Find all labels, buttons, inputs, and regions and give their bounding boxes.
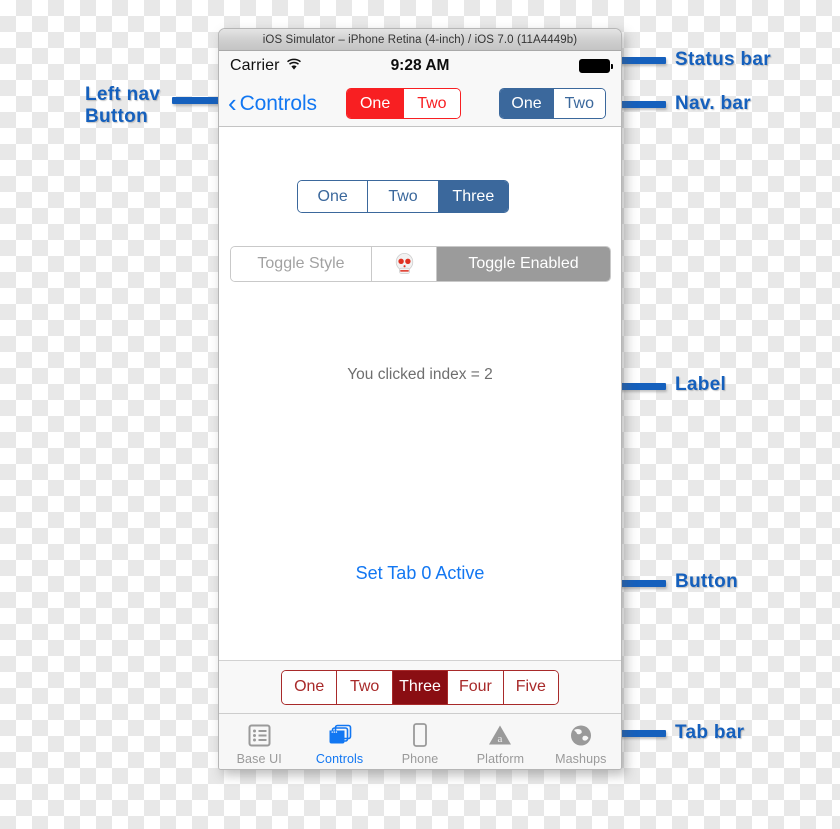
tab-label-controls: Controls [315, 752, 364, 766]
main-segment-one[interactable]: One [298, 181, 368, 212]
main-segmented-control[interactable]: One Two Three [297, 180, 509, 213]
phone-icon-svg [413, 723, 427, 747]
tab-mashups[interactable]: Mashups [541, 714, 621, 769]
nav-blue-segment-two[interactable]: Two [552, 89, 605, 118]
battery-full-icon [579, 59, 613, 73]
list-icon-svg [248, 724, 271, 746]
annotation-line-left-nav [172, 97, 220, 104]
bottom-segment-one[interactable]: One [282, 670, 337, 704]
triangle-a-icon-svg: a [489, 725, 512, 745]
toggle-style-segment[interactable]: Toggle Style [231, 247, 371, 281]
main-segment-three[interactable]: Three [437, 181, 508, 212]
tab-platform[interactable]: a Platform [460, 714, 540, 769]
tab-label-base-ui: Base UI [236, 752, 282, 766]
nav-red-segment-two[interactable]: Two [403, 89, 460, 118]
skull-icon [393, 252, 416, 276]
chevron-left-icon: ‹ [228, 88, 237, 119]
content-area: One Two Three Toggle Style Toggle Enable… [219, 127, 621, 660]
skull-icon-svg [395, 252, 413, 275]
windows-icon-svg [329, 724, 351, 743]
nav-red-segment-one[interactable]: One [346, 89, 404, 118]
windows-icon [327, 720, 353, 750]
clicked-index-label: You clicked index = 2 [347, 366, 493, 383]
carrier-label: Carrier [230, 57, 280, 74]
main-segment-two[interactable]: Two [367, 181, 438, 212]
wifi-icon [286, 58, 302, 74]
nav-bar: ‹ Controls One Two One Two [219, 81, 621, 127]
tab-phone[interactable]: Phone [380, 714, 460, 769]
tab-controls[interactable]: Controls [299, 714, 379, 769]
tab-label-mashups: Mashups [555, 752, 607, 766]
globe-icon [568, 720, 594, 750]
skull-segment[interactable] [371, 247, 436, 281]
tab-bar: Base UI Controls Phone a Platform Mashup… [219, 713, 621, 769]
left-nav-back-button[interactable]: ‹ Controls [228, 88, 318, 119]
svg-text:a: a [498, 733, 503, 745]
bottom-segmented-control-area: One Two Three Four Five [219, 660, 621, 713]
tab-base-ui[interactable]: Base UI [219, 714, 299, 769]
toggle-segmented-control[interactable]: Toggle Style Toggle Enabled [230, 246, 611, 282]
ios-simulator-window: iOS Simulator – iPhone Retina (4-inch) /… [218, 28, 622, 770]
tab-label-phone: Phone [401, 752, 439, 766]
nav-segmented-control-red[interactable]: One Two [345, 88, 461, 119]
bottom-segment-two[interactable]: Two [336, 670, 392, 704]
back-button-label: Controls [239, 91, 318, 115]
bottom-segmented-control[interactable]: One Two Three Four Five [281, 669, 559, 705]
annotation-left-nav-button: Left nav Button [85, 84, 161, 127]
set-tab-active-button[interactable]: Set Tab 0 Active [219, 563, 621, 584]
bottom-segment-five[interactable]: Five [502, 670, 558, 704]
annotation-button: Button [675, 571, 738, 592]
list-icon [247, 720, 272, 750]
annotation-nav-bar: Nav. bar [675, 93, 751, 114]
globe-icon-svg [570, 725, 591, 745]
phone-icon [411, 720, 429, 750]
wifi-icon-svg [286, 58, 301, 70]
nav-blue-segment-one[interactable]: One [500, 89, 553, 118]
simulator-title-bar: iOS Simulator – iPhone Retina (4-inch) /… [219, 29, 621, 51]
status-bar: Carrier 9:28 AM [219, 51, 621, 81]
annotation-label: Label [675, 374, 727, 395]
nav-segmented-control-blue[interactable]: One Two [499, 88, 606, 119]
triangle-a-icon: a [487, 720, 513, 750]
annotation-tab-bar: Tab bar [675, 722, 745, 743]
simulator-title: iOS Simulator – iPhone Retina (4-inch) /… [262, 33, 578, 46]
bottom-segment-three[interactable]: Three [391, 670, 448, 704]
tab-label-platform: Platform [476, 752, 525, 766]
bottom-segment-four[interactable]: Four [447, 670, 503, 704]
annotation-status-bar: Status bar [675, 49, 771, 70]
toggle-enabled-segment[interactable]: Toggle Enabled [436, 247, 610, 281]
